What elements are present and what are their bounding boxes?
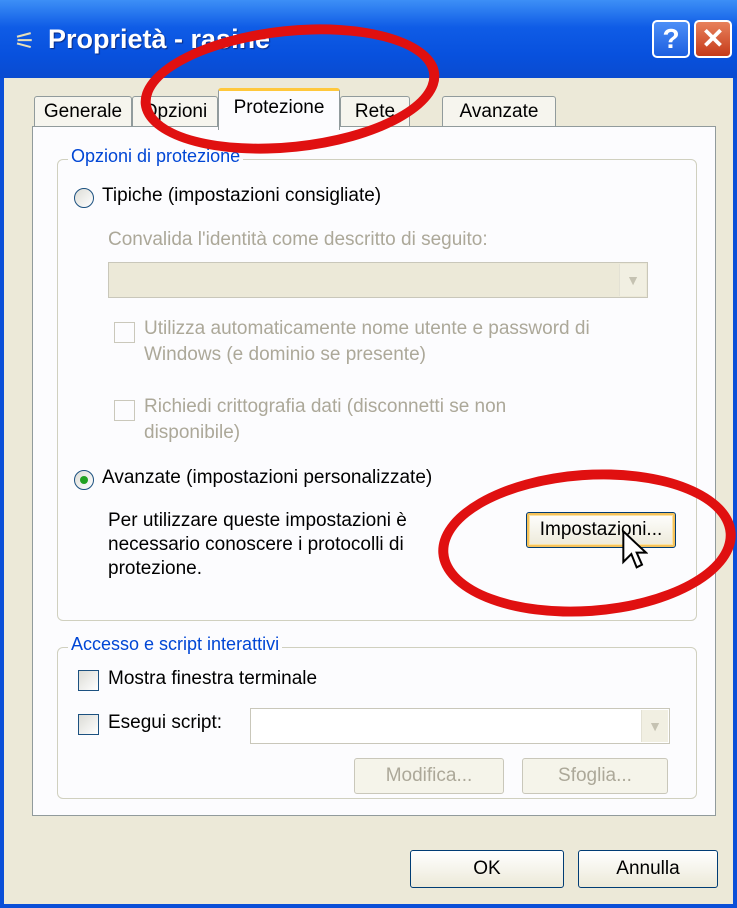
advanced-desc-line2: necessario conoscere i protocolli di [108,534,404,555]
edit-button[interactable]: Modifica... [354,758,504,794]
interactive-logon-group: Accesso e script interattivi Mostra fine… [57,634,697,799]
connection-icon: ⚟ [14,28,36,55]
tab-protezione[interactable]: Protezione [218,88,340,130]
tab-opzioni[interactable]: Opzioni [132,96,218,127]
advanced-desc-line3: protezione. [108,558,203,579]
settings-button[interactable]: Impostazioni... [526,512,676,548]
title-bar[interactable]: ⚟ Proprietà - rasine ? ✕ [0,0,737,78]
advanced-desc-line1: Per utilizzare queste impostazioni è [108,510,407,531]
auto-login-checkbox[interactable] [114,322,135,343]
advanced-radio[interactable] [74,470,94,490]
mouse-cursor-icon [622,530,648,569]
auto-login-label-line1: Utilizza automaticamente nome utente e p… [144,318,590,339]
show-terminal-label: Mostra finestra terminale [108,668,318,689]
encrypt-data-label-line2: disponibile) [144,422,241,443]
chevron-down-icon: ▼ [619,264,646,296]
advanced-label: Avanzate (impostazioni personalizzate) [102,467,433,488]
validate-identity-select[interactable]: ▼ [108,262,648,298]
encrypt-data-checkbox[interactable] [114,400,135,421]
dialog-client-area: Generale Opzioni Protezione Rete Avanzat… [4,78,733,904]
ok-button[interactable]: OK [410,850,564,888]
interactive-logon-legend: Accesso e script interattivi [68,634,283,655]
typical-label: Tipiche (impostazioni consigliate) [102,185,382,206]
tab-avanzate[interactable]: Avanzate [442,96,556,127]
cancel-button[interactable]: Annulla [578,850,718,888]
tab-rete[interactable]: Rete [340,96,410,127]
validate-identity-label: Convalida l'identità come descritto di s… [108,229,488,250]
auto-login-label-line2: Windows (e dominio se presente) [144,344,426,365]
run-script-label: Esegui script: [108,712,223,733]
chevron-down-icon: ▼ [641,710,668,742]
run-script-checkbox[interactable] [78,714,99,735]
radio-selected-dot [80,476,88,484]
browse-button[interactable]: Sfoglia... [522,758,668,794]
tab-generale[interactable]: Generale [34,96,132,127]
encrypt-data-label-line1: Richiedi crittografia dati (disconnetti … [144,396,507,417]
close-button[interactable]: ✕ [694,20,732,58]
security-options-group: Opzioni di protezione Tipiche (impostazi… [57,146,697,621]
properties-window: ⚟ Proprietà - rasine ? ✕ Generale Opzion… [0,0,737,908]
window-title: Proprietà - rasine [48,24,271,54]
help-button[interactable]: ? [652,20,690,58]
security-options-legend: Opzioni di protezione [68,146,244,167]
show-terminal-checkbox[interactable] [78,670,99,691]
tab-panel-protezione: Opzioni di protezione Tipiche (impostazi… [32,126,716,816]
typical-radio[interactable] [74,188,94,208]
tab-strip: Generale Opzioni Protezione Rete Avanzat… [34,88,734,130]
script-select[interactable]: ▼ [250,708,670,744]
